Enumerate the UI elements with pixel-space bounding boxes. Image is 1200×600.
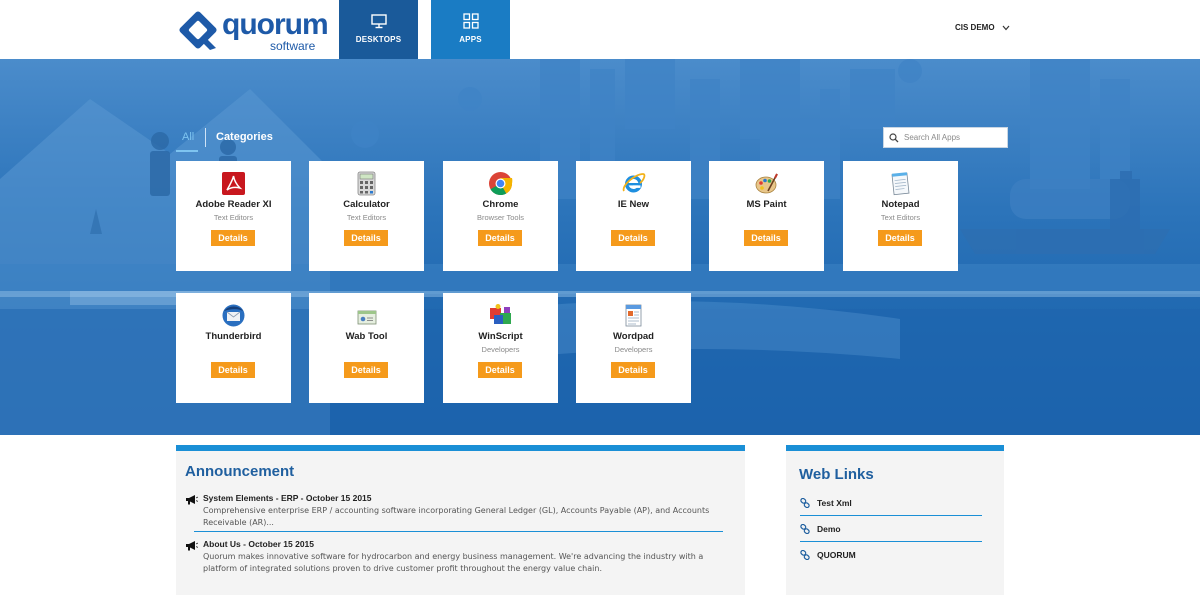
- link-icon: [800, 550, 810, 560]
- logo-wordmark: quorum: [222, 8, 329, 41]
- user-menu[interactable]: CIS DEMO: [955, 23, 1010, 32]
- web-link-label: QUORUM: [817, 550, 856, 560]
- quorum-logo-icon: [179, 11, 217, 50]
- details-button[interactable]: Details: [211, 230, 255, 246]
- chevron-down-icon: [1002, 25, 1010, 30]
- app-card-notepad[interactable]: Notepad Text Editors Details: [843, 161, 958, 271]
- tab-desktops[interactable]: DESKTOPS: [339, 0, 418, 59]
- app-name: Calculator: [343, 199, 390, 210]
- app-card-adobe-reader[interactable]: Adobe Reader XI Text Editors Details: [176, 161, 291, 271]
- details-button[interactable]: Details: [211, 362, 255, 378]
- tab-apps[interactable]: APPS: [431, 0, 510, 59]
- announcement-body: Comprehensive enterprise ERP / accountin…: [203, 506, 710, 527]
- app-category: Developers: [614, 345, 653, 354]
- app-name: Thunderbird: [205, 331, 262, 342]
- announcement-top-bar: [176, 445, 745, 451]
- filter-all[interactable]: All: [182, 131, 194, 143]
- web-link-quorum[interactable]: QUORUM: [800, 542, 982, 568]
- adobe-reader-icon: [222, 172, 245, 195]
- details-button[interactable]: Details: [478, 362, 522, 378]
- app-category: Text Editors: [213, 213, 254, 222]
- web-link-test-xml[interactable]: Test Xml: [800, 490, 982, 516]
- apps-hero-section: All Categories Adobe Reader XI Text Edit…: [0, 59, 1200, 435]
- winscript-icon: [490, 304, 511, 324]
- filter-all-underline: [176, 150, 198, 152]
- wordpad-icon: [625, 304, 642, 327]
- web-link-label: Demo: [817, 524, 841, 534]
- details-button[interactable]: Details: [611, 362, 655, 378]
- announcement-heading: System Elements - ERP - October 15 2015: [203, 493, 372, 503]
- app-name: WinScript: [478, 331, 523, 342]
- web-link-demo[interactable]: Demo: [800, 516, 982, 542]
- filter-categories[interactable]: Categories: [216, 131, 273, 143]
- app-name: MS Paint: [746, 199, 787, 210]
- thunderbird-icon: [222, 304, 245, 327]
- tab-desktops-label: DESKTOPS: [355, 35, 402, 44]
- wab-tool-icon: [357, 310, 377, 325]
- announcement-panel: Announcement System Elements - ERP - Oct…: [176, 445, 745, 595]
- app-category: Browser Tools: [477, 213, 524, 222]
- details-button[interactable]: Details: [478, 230, 522, 246]
- web-links-title: Web Links: [799, 466, 874, 483]
- announcement-body: Quorum makes innovative software for hyd…: [203, 552, 704, 573]
- app-name: IE New: [617, 199, 650, 210]
- calculator-icon: [357, 171, 376, 196]
- search-input[interactable]: [904, 133, 1004, 142]
- app-card-chrome[interactable]: Chrome Browser Tools Details: [443, 161, 558, 271]
- filter-divider: [205, 128, 206, 147]
- announcement-divider: [194, 531, 723, 532]
- tab-apps-label: APPS: [459, 35, 482, 44]
- top-header: quorum software DESKTOPS APPS CIS DEMO: [0, 0, 1200, 59]
- app-category: Text Editors: [346, 213, 387, 222]
- details-button[interactable]: Details: [344, 230, 388, 246]
- megaphone-icon: [186, 541, 198, 551]
- search-box[interactable]: [883, 127, 1008, 148]
- details-button[interactable]: Details: [744, 230, 788, 246]
- internet-explorer-icon: [622, 173, 646, 193]
- chrome-icon: [489, 172, 513, 196]
- web-links-top-bar: [786, 445, 1004, 451]
- details-button[interactable]: Details: [344, 362, 388, 378]
- logo-subtitle: software: [270, 39, 316, 53]
- announcement-heading: About Us - October 15 2015: [203, 539, 315, 549]
- web-links-panel: Web Links Test Xml Demo QUORUM: [786, 445, 1004, 595]
- app-name: Wab Tool: [345, 331, 388, 342]
- paint-palette-icon: [755, 173, 778, 194]
- app-card-winscript[interactable]: WinScript Developers Details: [443, 293, 558, 403]
- search-icon: [889, 132, 899, 142]
- app-card-thunderbird[interactable]: Thunderbird Details: [176, 293, 291, 403]
- app-card-calculator[interactable]: Calculator Text Editors Details: [309, 161, 424, 271]
- details-button[interactable]: Details: [611, 230, 655, 246]
- quorum-logo[interactable]: quorum software: [176, 8, 329, 53]
- app-card-wordpad[interactable]: Wordpad Developers Details: [576, 293, 691, 403]
- user-name: CIS DEMO: [955, 23, 995, 32]
- link-icon: [800, 524, 810, 534]
- app-category: Developers: [481, 345, 520, 354]
- app-card-wab-tool[interactable]: Wab Tool Details: [309, 293, 424, 403]
- monitor-icon: [370, 14, 387, 29]
- announcement-title: Announcement: [185, 463, 295, 480]
- megaphone-icon: [186, 495, 198, 505]
- details-button[interactable]: Details: [878, 230, 922, 246]
- grid-icon: [462, 13, 479, 29]
- link-icon: [800, 498, 810, 508]
- app-name: Notepad: [881, 199, 920, 210]
- app-name: Chrome: [482, 199, 519, 210]
- app-name: Adobe Reader XI: [195, 199, 272, 210]
- app-category: Text Editors: [880, 213, 921, 222]
- app-card-ms-paint[interactable]: MS Paint Details: [709, 161, 824, 271]
- web-link-label: Test Xml: [817, 498, 852, 508]
- app-card-ie-new[interactable]: IE New Details: [576, 161, 691, 271]
- notepad-icon: [891, 172, 910, 196]
- app-name: Wordpad: [613, 331, 654, 342]
